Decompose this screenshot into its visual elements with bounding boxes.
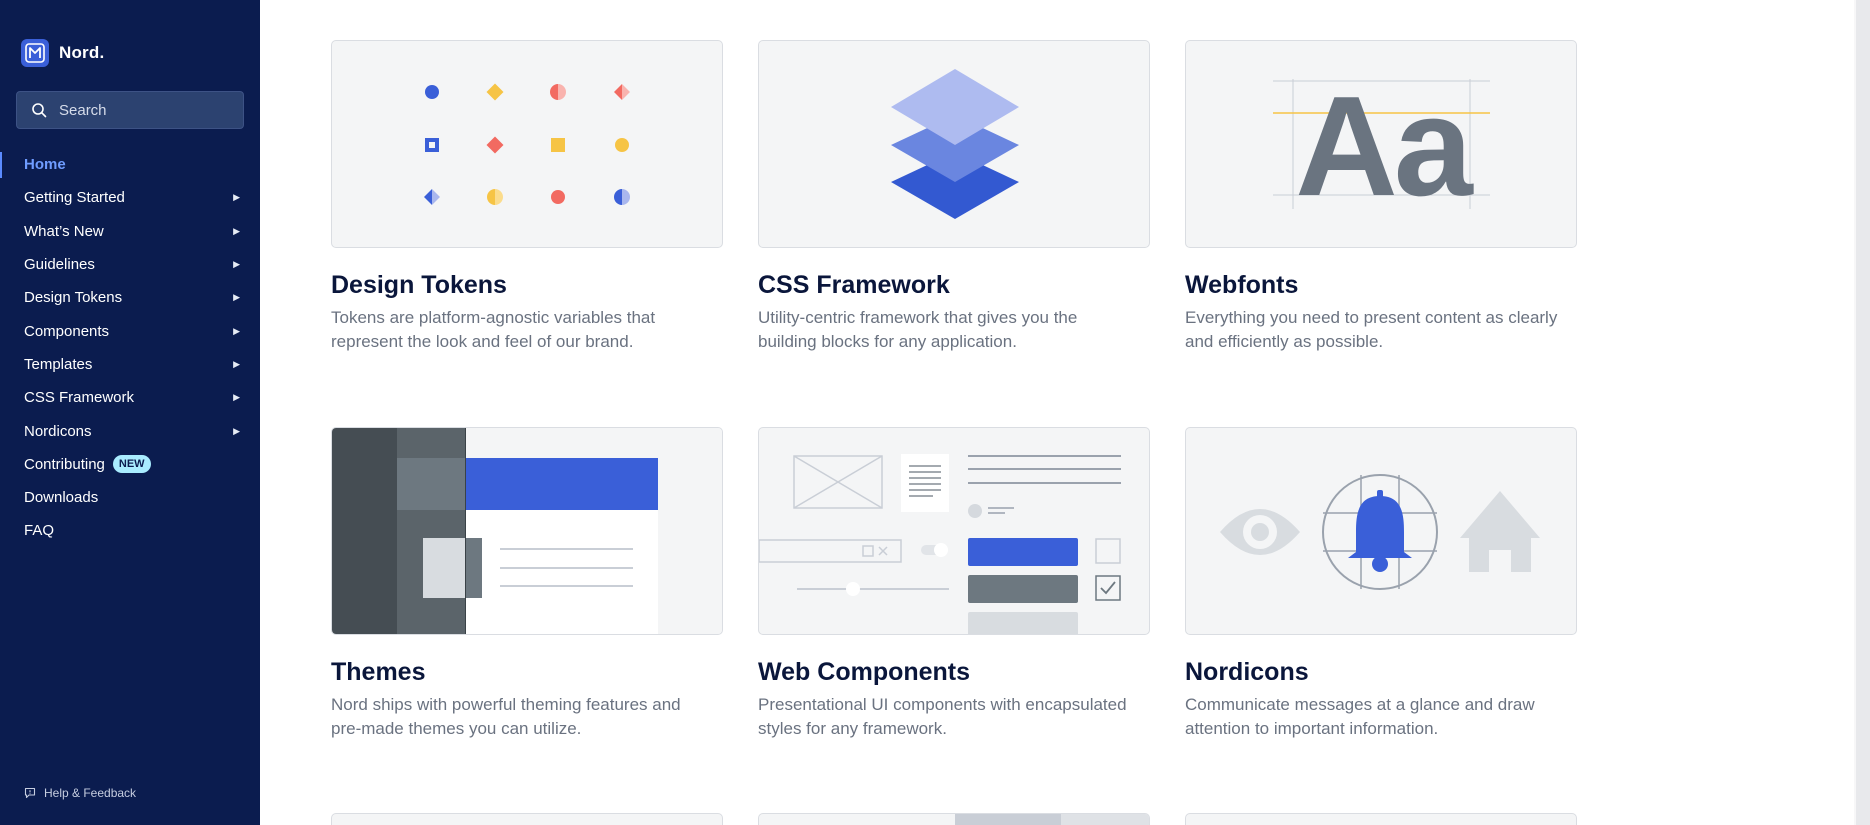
sidebar-item-label: Contributing [24,455,105,473]
sidebar-item-nordicons[interactable]: Nordicons ▶ [0,414,260,447]
caret-right-icon: ▶ [233,325,240,336]
caret-right-icon: ▶ [233,425,240,436]
design-tokens-illustration [331,40,723,248]
sidebar-item-contributing[interactable]: Contributing NEW [0,448,260,481]
sidebar-item-getting-started[interactable]: Getting Started ▶ [0,181,260,214]
sidebar-item-home[interactable]: Home [0,148,260,181]
sidebar-item-guidelines[interactable]: Guidelines ▶ [0,248,260,281]
card-description: Presentational UI components with encaps… [758,695,1127,738]
caret-right-icon: ▶ [233,225,240,236]
card-title: CSS Framework [758,271,950,299]
sidebar-item-whats-new[interactable]: What’s New ▶ [0,215,260,248]
sidebar-item-components[interactable]: Components ▶ [0,314,260,347]
card-title: Nordicons [1185,658,1309,686]
sidebar-nav: Home Getting Started ▶ What’s New ▶ Guid… [0,148,260,548]
themes-illustration [331,427,723,635]
card-title: Design Tokens [331,271,507,299]
web-components-illustration [758,427,1150,635]
sidebar-item-label: Templates [24,355,93,373]
new-badge: NEW [112,455,151,474]
next-card-illustration [955,814,1149,825]
font-sample-text: Aa [1295,67,1474,226]
search-icon [32,103,47,118]
card-description: Nord ships with powerful theming feature… [331,695,681,738]
sidebar-item-templates[interactable]: Templates ▶ [0,348,260,381]
nordicons-illustration [1185,427,1577,635]
card-description: Utility-centric framework that gives you… [758,308,1078,351]
page-scrollbar[interactable] [1854,0,1870,825]
sidebar-item-label: Components [24,322,110,340]
sidebar-item-label: Guidelines [24,256,95,274]
caret-right-icon: ▶ [233,392,240,403]
brand[interactable]: Nord. [21,39,104,67]
sidebar-item-downloads[interactable]: Downloads [0,481,260,514]
sidebar-item-faq[interactable]: FAQ [0,514,260,547]
sidebar-item-css-framework[interactable]: CSS Framework ▶ [0,381,260,414]
caret-right-icon: ▶ [233,259,240,270]
sidebar-item-label: CSS Framework [24,389,135,407]
card-title: Web Components [758,658,971,686]
sidebar-item-label: Home [24,156,66,174]
card-next-row-2[interactable] [758,813,1150,825]
sidebar-item-label: Downloads [24,489,99,507]
caret-right-icon: ▶ [233,292,240,303]
card-title: Webfonts [1185,271,1299,299]
scrollbar-thumb[interactable] [1856,0,1870,825]
caret-right-icon: ▶ [233,192,240,203]
css-framework-illustration [758,40,1150,248]
app: Nord. Search Home Getting Started ▶ What… [0,0,1870,825]
card-description: Everything you need to present content a… [1185,308,1558,351]
sidebar-item-label: What’s New [24,222,104,240]
caret-right-icon: ▶ [233,358,240,369]
brand-name: Nord. [59,43,105,62]
webfonts-illustration: Aa [1185,40,1577,248]
card-next-row-1[interactable] [331,813,723,825]
card-next-row-3[interactable] [1185,813,1577,825]
search-placeholder: Search [59,101,107,119]
sidebar-item-label: Getting Started [24,189,125,207]
help-feedback-label: Help & Feedback [44,786,137,800]
search-input[interactable]: Search [16,91,244,129]
sidebar-item-label: FAQ [24,522,55,540]
feedback-icon [24,787,36,799]
card-description: Communicate messages at a glance and dra… [1185,695,1535,738]
nord-logo-icon [21,39,49,67]
sidebar-item-design-tokens[interactable]: Design Tokens ▶ [0,281,260,314]
sidebar: Nord. Search Home Getting Started ▶ What… [0,0,260,825]
help-feedback-link[interactable]: Help & Feedback [24,786,136,800]
card-description: Tokens are platform-agnostic variables t… [331,308,656,351]
sidebar-item-label: Design Tokens [24,289,123,307]
sidebar-item-label: Nordicons [24,422,92,440]
card-title: Themes [331,658,426,686]
